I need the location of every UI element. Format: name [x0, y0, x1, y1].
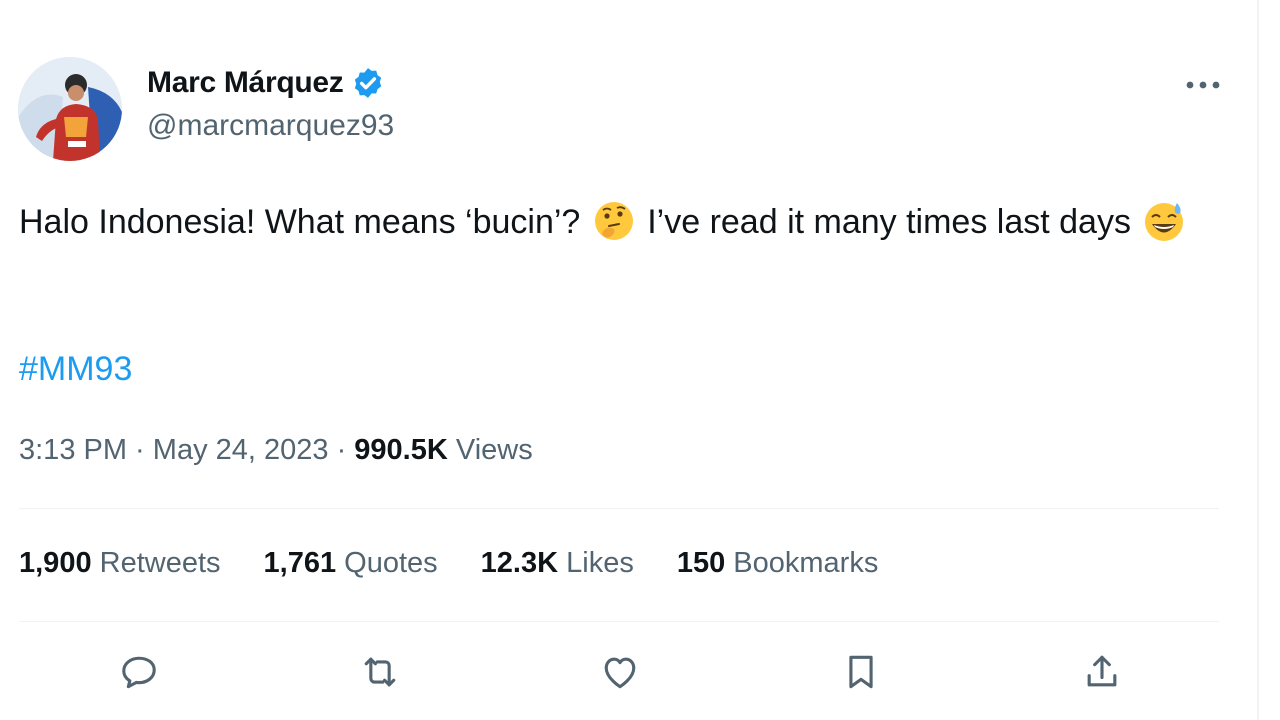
tweet-text: Halo Indonesia! What means ‘bucin’? I’ve…	[19, 196, 1199, 248]
author-handle[interactable]: @marcmarquez93	[147, 109, 394, 143]
tweet-text-part1: Halo Indonesia! What means ‘bucin’?	[19, 203, 590, 241]
quotes-stat[interactable]: 1,761 Quotes	[264, 547, 438, 580]
thinking-face-emoji-icon	[592, 199, 636, 243]
grinning-sweat-emoji-icon	[1142, 199, 1186, 243]
tweet-text-part2: I’ve read it many times last days	[637, 203, 1141, 241]
retweets-stat[interactable]: 1,900 Retweets	[19, 547, 221, 580]
tweet-time[interactable]: 3:13 PM	[19, 434, 127, 466]
likes-label: Likes	[558, 547, 634, 579]
bookmarks-count: 150	[676, 547, 726, 579]
bookmark-icon[interactable]	[839, 650, 883, 694]
more-options-icon[interactable]	[1180, 68, 1226, 102]
tweet-date[interactable]: May 24, 2023	[153, 434, 329, 466]
retweets-count: 1,900	[19, 547, 92, 579]
profile-photo-icon	[18, 57, 122, 161]
verified-badge-icon	[351, 66, 385, 100]
engagement-stats: 1,900 Retweets 1,761 Quotes 12.3K Likes …	[19, 547, 921, 580]
meta-separator-2: ·	[328, 434, 355, 466]
right-border	[1257, 0, 1259, 720]
views-count: 990.5K	[354, 434, 448, 466]
hashtag-link[interactable]: #MM93	[19, 350, 132, 389]
author-name[interactable]: Marc Márquez	[147, 66, 344, 100]
bookmarks-stat[interactable]: 150 Bookmarks	[677, 547, 879, 580]
bookmarks-label: Bookmarks	[725, 547, 879, 579]
divider-bottom	[19, 621, 1219, 622]
author-name-row[interactable]: Marc Márquez	[147, 66, 385, 100]
meta-separator: ·	[127, 434, 153, 466]
likes-count: 12.3K	[480, 547, 559, 579]
retweet-icon[interactable]	[358, 650, 402, 694]
reply-icon[interactable]	[117, 650, 161, 694]
views-label: Views	[447, 434, 533, 466]
share-icon[interactable]	[1080, 650, 1124, 694]
quotes-label: Quotes	[336, 547, 438, 579]
tweet-meta: 3:13 PM · May 24, 2023 · 990.5K Views	[19, 434, 533, 467]
divider-top	[19, 508, 1219, 509]
avatar[interactable]	[18, 57, 122, 161]
retweets-label: Retweets	[91, 547, 221, 579]
likes-stat[interactable]: 12.3K Likes	[481, 547, 634, 580]
like-icon[interactable]	[598, 650, 642, 694]
quotes-count: 1,761	[263, 547, 337, 579]
